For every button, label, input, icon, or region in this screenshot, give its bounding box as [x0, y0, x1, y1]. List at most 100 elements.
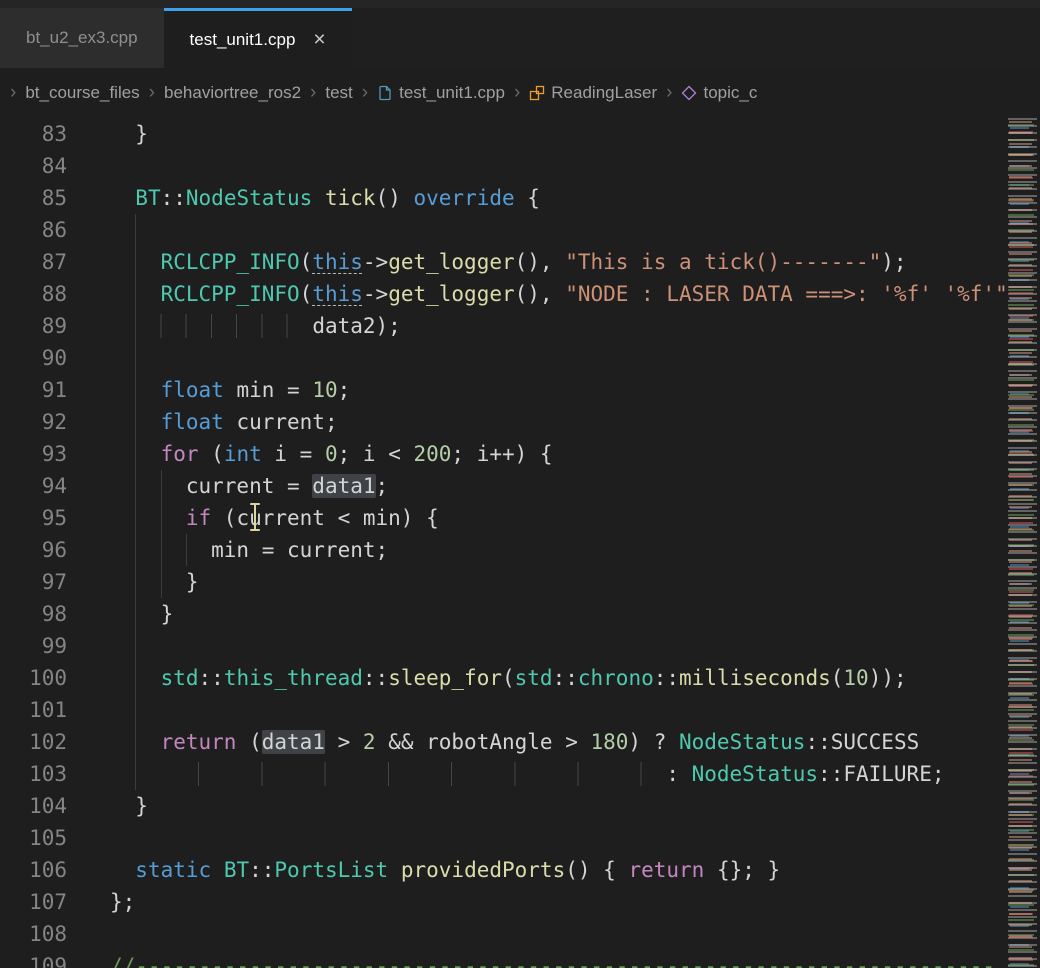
breadcrumb-item-class[interactable]: ReadingLaser — [529, 83, 657, 103]
line-number[interactable]: 106 — [0, 854, 67, 886]
line-number[interactable]: 92 — [0, 406, 67, 438]
code-line[interactable]: 89 data2); — [0, 310, 1040, 342]
code-token: } — [110, 794, 148, 818]
line-number[interactable]: 83 — [0, 118, 67, 150]
code-token: -> — [363, 282, 388, 306]
code-token: return — [628, 858, 704, 882]
line-number[interactable]: 89 — [0, 310, 67, 342]
line-number[interactable]: 100 — [0, 662, 67, 694]
code-token: override — [414, 186, 515, 210]
code-line[interactable]: 91 float min = 10; — [0, 374, 1040, 406]
line-number[interactable]: 84 — [0, 150, 67, 182]
code-token: 2 — [363, 730, 376, 754]
line-number[interactable]: 93 — [0, 438, 67, 470]
code-token: min = current; — [110, 538, 388, 562]
code-line[interactable]: 85 BT::NodeStatus tick() override { — [0, 182, 1040, 214]
code-line[interactable]: 107}; — [0, 886, 1040, 918]
line-number[interactable]: 86 — [0, 214, 67, 246]
code-token: :: — [161, 186, 186, 210]
code-line[interactable]: 99 — [0, 630, 1040, 662]
code-line[interactable]: 88 RCLCPP_INFO(this->get_logger(), "NODE… — [0, 278, 1040, 310]
line-number[interactable]: 87 — [0, 246, 67, 278]
line-number[interactable]: 105 — [0, 822, 67, 854]
code-line[interactable]: 92 float current; — [0, 406, 1040, 438]
code-token: BT — [135, 186, 160, 210]
code-line[interactable]: 90 — [0, 342, 1040, 374]
code-token: ( — [236, 730, 261, 754]
code-line[interactable]: 94 current = data1; — [0, 470, 1040, 502]
code-token — [110, 186, 135, 210]
code-token: std — [161, 666, 199, 690]
line-number[interactable]: 102 — [0, 726, 67, 758]
line-number[interactable]: 101 — [0, 694, 67, 726]
close-tab-icon[interactable]: × — [313, 29, 325, 50]
line-number[interactable]: 109 — [0, 950, 67, 968]
code-token: data1 — [312, 474, 375, 498]
code-token: }; — [110, 890, 135, 914]
code-line-content: } — [67, 790, 148, 822]
indent-guide — [186, 534, 187, 566]
code-token: static — [135, 858, 211, 882]
code-line[interactable]: 93 for (int i = 0; i < 200; i++) { — [0, 438, 1040, 470]
code-line[interactable]: 87 RCLCPP_INFO(this->get_logger(), "This… — [0, 246, 1040, 278]
breadcrumb-item-bt-course-files[interactable]: bt_course_files — [25, 83, 139, 103]
line-number[interactable]: 104 — [0, 790, 67, 822]
line-number[interactable]: 88 — [0, 278, 67, 310]
code-line[interactable]: 83 } — [0, 118, 1040, 150]
line-number[interactable]: 103 — [0, 758, 67, 790]
code-line-content — [67, 150, 110, 182]
code-line[interactable]: 96 min = current; — [0, 534, 1040, 566]
line-number[interactable]: 90 — [0, 342, 67, 374]
code-line[interactable]: 102 return (data1 > 2 && robotAngle > 18… — [0, 726, 1040, 758]
code-token: () { — [565, 858, 628, 882]
code-line[interactable]: 101 — [0, 694, 1040, 726]
code-line[interactable]: 86 — [0, 214, 1040, 246]
code-token: ; i++) { — [451, 442, 552, 466]
code-line[interactable]: 108 — [0, 918, 1040, 950]
breadcrumb-label: bt_course_files — [25, 83, 139, 103]
code-token: 180 — [590, 730, 628, 754]
line-number[interactable]: 91 — [0, 374, 67, 406]
code-line-content: } — [67, 118, 148, 150]
code-token — [110, 762, 135, 786]
code-line[interactable]: 84 — [0, 150, 1040, 182]
code-line[interactable]: 106 static BT::PortsList providedPorts()… — [0, 854, 1040, 886]
tab-test-unit1[interactable]: test_unit1.cpp × — [164, 8, 352, 68]
line-number[interactable]: 95 — [0, 502, 67, 534]
code-token — [110, 858, 135, 882]
code-token: for — [161, 442, 199, 466]
code-line[interactable]: 98 } — [0, 598, 1040, 630]
tab-bt-u2-ex3[interactable]: bt_u2_ex3.cpp — [0, 8, 164, 68]
code-line[interactable]: 103 : NodeStatus::FAILURE; — [0, 758, 1040, 790]
code-line-content: BT::NodeStatus tick() override { — [67, 182, 540, 214]
line-number[interactable]: 94 — [0, 470, 67, 502]
line-number[interactable]: 99 — [0, 630, 67, 662]
code-line[interactable]: 97 } — [0, 566, 1040, 598]
code-line[interactable]: 100 std::this_thread::sleep_for(std::chr… — [0, 662, 1040, 694]
line-number[interactable]: 107 — [0, 886, 67, 918]
code-line[interactable]: 105 — [0, 822, 1040, 854]
line-number[interactable]: 98 — [0, 598, 67, 630]
code-token: :: — [654, 666, 679, 690]
breadcrumb-label: topic_c — [703, 83, 757, 103]
editor-pane: 83 }8485 BT::NodeStatus tick() override … — [0, 118, 1040, 968]
line-number[interactable]: 96 — [0, 534, 67, 566]
code-token: ; — [338, 378, 351, 402]
line-number[interactable]: 97 — [0, 566, 67, 598]
line-number[interactable]: 108 — [0, 918, 67, 950]
minimap[interactable] — [1007, 118, 1040, 968]
breadcrumb-item-method[interactable]: topic_c — [681, 83, 757, 103]
code-line[interactable]: 109//-----------------------------------… — [0, 950, 1040, 968]
breadcrumb-item-behaviortree-ros2[interactable]: behaviortree_ros2 — [164, 83, 301, 103]
code-token: return — [161, 730, 237, 754]
code-line[interactable]: 104 } — [0, 790, 1040, 822]
breadcrumb-item-test[interactable]: test — [325, 83, 352, 103]
code-line-content: }; — [67, 886, 135, 918]
code-token: PortsList — [274, 858, 388, 882]
line-number[interactable]: 85 — [0, 182, 67, 214]
code-token: RCLCPP_INFO — [161, 250, 300, 274]
code-line[interactable]: 95 if (current < min) { — [0, 502, 1040, 534]
code-line-content: //--------------------------------------… — [67, 950, 995, 968]
indent-guide — [161, 470, 162, 598]
breadcrumb-item-file[interactable]: test_unit1.cpp — [377, 83, 505, 103]
